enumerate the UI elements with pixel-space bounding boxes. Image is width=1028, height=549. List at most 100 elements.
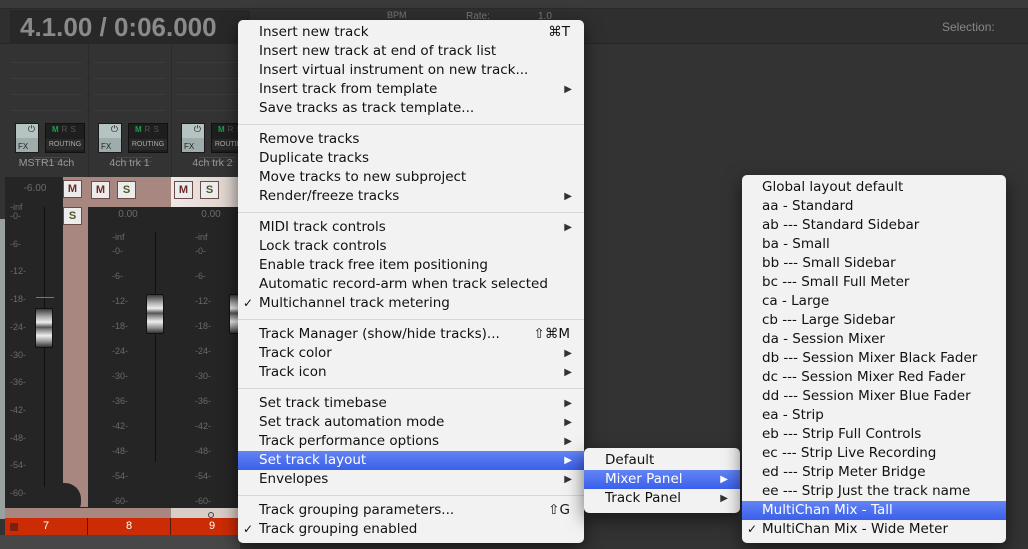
- menu-item[interactable]: Track performance options ▶: [238, 432, 584, 451]
- meter-scale-label: -48-: [10, 432, 27, 443]
- check-icon: ✓: [747, 522, 758, 536]
- mute-button[interactable]: M: [91, 181, 110, 199]
- mute-button[interactable]: M: [174, 181, 193, 199]
- menu-item[interactable]: Track Manager (show/hide tracks)... ⇧⌘M: [238, 325, 584, 344]
- fader-track[interactable]: [155, 232, 156, 462]
- menu-shortcut: ⌘T: [548, 24, 570, 40]
- meter-scale-label: -24-: [195, 346, 212, 356]
- track-layout-submenu: Default Mixer Panel ▶ Track Panel ▶: [584, 448, 740, 513]
- meter-scale-label: -12-: [10, 266, 27, 277]
- indicator-m[interactable]: M: [135, 125, 145, 134]
- meter-scale-label: -24-: [10, 321, 27, 332]
- menu-item[interactable]: Set track layout ▶: [238, 451, 584, 470]
- menu-item[interactable]: Save tracks as track template...: [238, 99, 584, 118]
- meter-scale-label: -42-: [195, 421, 212, 431]
- track-number[interactable]: 8: [88, 518, 171, 535]
- indicator-s[interactable]: S: [153, 125, 161, 134]
- menu-item[interactable]: ✓ Multichannel track metering: [238, 294, 584, 313]
- solo-button[interactable]: S: [200, 181, 219, 199]
- mute-button[interactable]: M: [63, 180, 82, 198]
- menu-item[interactable]: Automatic record-arm when track selected: [238, 275, 584, 294]
- folder-icon[interactable]: [10, 523, 18, 531]
- menu-item[interactable]: bb --- Small Sidebar: [742, 254, 1006, 273]
- fx-button[interactable]: ⏻ FX: [98, 123, 122, 153]
- menu-item[interactable]: Insert virtual instrument on new track..…: [238, 61, 584, 80]
- menu-item[interactable]: MultiChan Mix - Tall: [742, 501, 1006, 520]
- time-display[interactable]: 4.1.00 / 0:06.000: [10, 10, 250, 44]
- fx-label: FX: [184, 142, 195, 151]
- menu-item[interactable]: Set track automation mode ▶: [238, 413, 584, 432]
- menu-item[interactable]: da - Session Mixer: [742, 330, 1006, 349]
- fx-button[interactable]: ⏻ FX: [15, 123, 39, 153]
- menu-item[interactable]: ✓ MultiChan Mix - Wide Meter: [742, 520, 1006, 539]
- menu-item[interactable]: Envelopes ▶: [238, 470, 584, 489]
- menu-item[interactable]: eb --- Strip Full Controls: [742, 425, 1006, 444]
- menu-item[interactable]: Duplicate tracks: [238, 149, 584, 168]
- track-name[interactable]: MSTR1 4ch: [5, 157, 88, 169]
- menu-item[interactable]: Track Panel ▶: [584, 489, 740, 508]
- meter-scale-label: -18-: [10, 294, 27, 305]
- check-icon: ✓: [243, 296, 254, 310]
- menu-item[interactable]: Set track timebase ▶: [238, 394, 584, 413]
- menu-item[interactable]: Track color ▶: [238, 344, 584, 363]
- mixer-bottom-bar: [0, 535, 240, 549]
- menu-item[interactable]: ea - Strip: [742, 406, 1006, 425]
- track-name[interactable]: 4ch trk 1: [88, 157, 171, 169]
- menu-item[interactable]: Remove tracks: [238, 130, 584, 149]
- menu-item[interactable]: Global layout default: [742, 178, 1006, 197]
- volume-fader-handle[interactable]: [146, 294, 164, 334]
- volume-readout[interactable]: -6.00: [5, 183, 65, 194]
- menu-item-label: Set track timebase: [259, 395, 387, 411]
- menu-item[interactable]: ca - Large: [742, 292, 1006, 311]
- meter-scale-label: -36-: [195, 396, 212, 406]
- menu-item[interactable]: bc --- Small Full Meter: [742, 273, 1006, 292]
- volume-readout[interactable]: 0.00: [181, 209, 241, 220]
- menu-item[interactable]: ab --- Standard Sidebar: [742, 216, 1006, 235]
- menu-item[interactable]: Insert track from template ▶: [238, 80, 584, 99]
- menu-item[interactable]: Track grouping parameters... ⇧G: [238, 501, 584, 520]
- menu-item-label: Set track automation mode: [259, 414, 445, 430]
- menu-item[interactable]: Mixer Panel ▶: [584, 470, 740, 489]
- indicator-m[interactable]: M: [218, 125, 228, 134]
- menu-item[interactable]: Move tracks to new subproject: [238, 168, 584, 187]
- indicator-m[interactable]: M: [52, 125, 62, 134]
- fx-button[interactable]: ⏻ FX: [181, 123, 205, 153]
- menu-item[interactable]: db --- Session Mixer Black Fader: [742, 349, 1006, 368]
- menu-item[interactable]: Insert new track ⌘T: [238, 23, 584, 42]
- menu-item[interactable]: Default: [584, 451, 740, 470]
- solo-button[interactable]: S: [63, 207, 82, 225]
- menu-item[interactable]: ba - Small: [742, 235, 1006, 254]
- menu-shortcut: ⇧G: [548, 502, 570, 518]
- menu-item[interactable]: Lock track controls: [238, 237, 584, 256]
- menu-item[interactable]: Render/freeze tracks ▶: [238, 187, 584, 206]
- menu-item-label: cb --- Large Sidebar: [762, 312, 896, 328]
- menu-item[interactable]: dd --- Session Mixer Blue Fader: [742, 387, 1006, 406]
- routing-button[interactable]: MRS ROUTING: [128, 123, 168, 153]
- power-icon[interactable]: ⏻: [194, 125, 201, 135]
- menu-item[interactable]: dc --- Session Mixer Red Fader: [742, 368, 1006, 387]
- power-icon[interactable]: ⏻: [111, 125, 118, 135]
- menu-item[interactable]: MIDI track controls ▶: [238, 218, 584, 237]
- menu-item[interactable]: Enable track free item positioning: [238, 256, 584, 275]
- menu-separator: [238, 319, 584, 320]
- menu-item-label: Render/freeze tracks: [259, 188, 400, 204]
- menu-item[interactable]: aa - Standard: [742, 197, 1006, 216]
- menu-item[interactable]: ec --- Strip Live Recording: [742, 444, 1006, 463]
- menu-item[interactable]: ed --- Strip Meter Bridge: [742, 463, 1006, 482]
- volume-fader-handle[interactable]: [35, 308, 53, 348]
- submenu-arrow-icon: ▶: [720, 474, 728, 485]
- menu-item-label: Track grouping enabled: [259, 521, 418, 537]
- meter-scale-label: -18-: [112, 321, 129, 331]
- submenu-arrow-icon: ▶: [564, 455, 572, 466]
- menu-item[interactable]: ee --- Strip Just the track name: [742, 482, 1006, 501]
- volume-readout[interactable]: 0.00: [98, 209, 158, 220]
- menu-item[interactable]: ✓ Track grouping enabled: [238, 520, 584, 539]
- solo-button[interactable]: S: [117, 181, 136, 199]
- routing-button[interactable]: MRS ROUTING: [45, 123, 85, 153]
- menu-item[interactable]: Track icon ▶: [238, 363, 584, 382]
- menu-item[interactable]: cb --- Large Sidebar: [742, 311, 1006, 330]
- indicator-s[interactable]: S: [70, 125, 78, 134]
- power-icon[interactable]: ⏻: [28, 125, 35, 135]
- menu-item[interactable]: Insert new track at end of track list: [238, 42, 584, 61]
- menu-item-label: Duplicate tracks: [259, 150, 369, 166]
